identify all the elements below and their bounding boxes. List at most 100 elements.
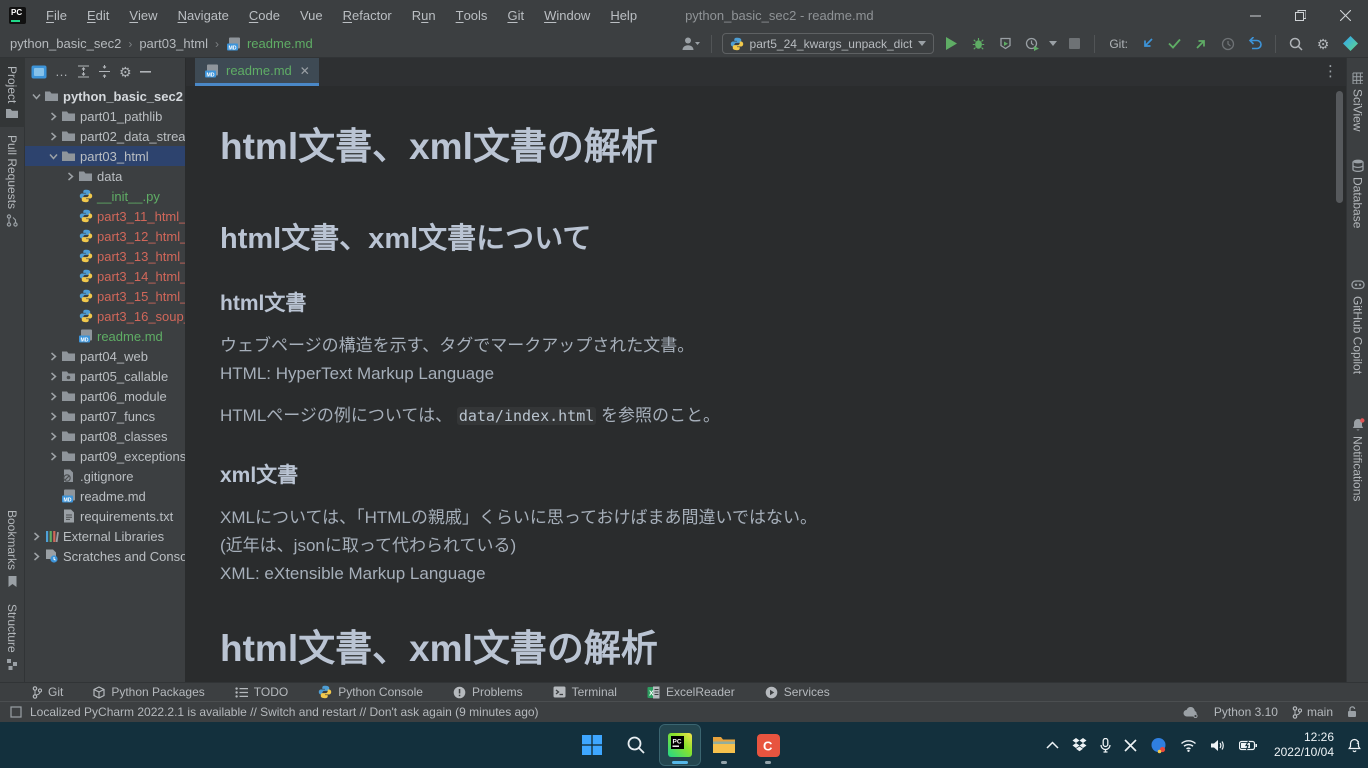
lock-icon[interactable] — [1347, 706, 1358, 718]
coverage-button[interactable] — [995, 33, 1015, 55]
git-commit-icon[interactable] — [1164, 33, 1184, 55]
tree-item-part03-html[interactable]: part03_html — [25, 146, 185, 166]
menu-navigate[interactable]: Navigate — [168, 0, 239, 30]
tool-stripe-database[interactable]: Database — [1347, 151, 1368, 236]
menu-help[interactable]: Help — [600, 0, 647, 30]
tool-stripe-project[interactable]: Project — [0, 58, 25, 127]
tool-stripe-github-copilot[interactable]: GitHub Copilot — [1347, 271, 1368, 382]
tray-wifi-icon[interactable] — [1180, 739, 1197, 752]
tree-item-part3-12-html-ta[interactable]: part3_12_html_ta — [25, 226, 185, 246]
tree-item-data[interactable]: data — [25, 166, 185, 186]
taskbar-camtasia-icon[interactable]: C — [748, 725, 788, 765]
tree-item-readme-md[interactable]: MDreadme.md — [25, 326, 185, 346]
editor-options-icon[interactable]: ⋮ — [1323, 62, 1339, 80]
menu-view[interactable]: View — [119, 0, 167, 30]
tree-item--gitignore[interactable]: .gitignore — [25, 466, 185, 486]
editor-scrollbar[interactable] — [1336, 91, 1343, 203]
tree-chevron-right-icon[interactable] — [46, 452, 60, 461]
tool-window-button-python-packages[interactable]: Python Packages — [93, 685, 204, 699]
taskbar-pycharm-icon[interactable]: PC — [660, 725, 700, 765]
tree-item-part07-funcs[interactable]: part07_funcs — [25, 406, 185, 426]
debug-button[interactable] — [968, 33, 988, 55]
tree-item-external-libraries[interactable]: External Libraries — [25, 526, 185, 546]
tray-dropbox-icon[interactable] — [1072, 738, 1087, 752]
tray-browser-ball-icon[interactable] — [1150, 737, 1167, 754]
run-configuration-select[interactable]: part5_24_kwargs_unpack_dict — [722, 33, 935, 54]
rollback-icon[interactable] — [1245, 33, 1265, 55]
notification-bell-icon[interactable]: z — [1347, 738, 1362, 753]
tool-stripe-bookmarks[interactable]: Bookmarks — [0, 502, 25, 596]
menu-tools[interactable]: Tools — [446, 0, 498, 30]
tab-readme[interactable]: MD readme.md ✕ — [195, 58, 319, 86]
tree-item-readme-md[interactable]: MDreadme.md — [25, 486, 185, 506]
tab-close-icon[interactable]: ✕ — [300, 64, 310, 78]
restore-icon[interactable] — [1278, 0, 1323, 30]
tree-item-scratches-and-consoles[interactable]: Scratches and Consoles — [25, 546, 185, 566]
tree-item-part3-13-html-id[interactable]: part3_13_html_id — [25, 246, 185, 266]
more-options-icon[interactable]: … — [55, 64, 69, 79]
menu-code[interactable]: Code — [239, 0, 290, 30]
breadcrumb-item[interactable]: python_basic_sec2 — [10, 36, 121, 51]
cloud-sync-icon[interactable] — [1183, 706, 1200, 718]
menu-file[interactable]: File — [36, 0, 77, 30]
tray-microphone-icon[interactable] — [1100, 738, 1111, 753]
tree-item-part02-data-stream[interactable]: part02_data_stream — [25, 126, 185, 146]
tool-window-button-python-console[interactable]: Python Console — [318, 685, 423, 699]
user-account-icon[interactable] — [681, 33, 701, 55]
code-with-me-icon[interactable] — [1340, 33, 1360, 55]
tree-item-part08-classes[interactable]: part08_classes — [25, 426, 185, 446]
tree-chevron-down-icon[interactable] — [46, 152, 60, 161]
taskbar-clock[interactable]: 12:26 2022/10/04 — [1274, 730, 1334, 760]
tree-chevron-right-icon[interactable] — [46, 432, 60, 441]
tree-chevron-right-icon[interactable] — [46, 412, 60, 421]
tree-chevron-down-icon[interactable] — [29, 92, 43, 101]
tool-window-button-terminal[interactable]: Terminal — [553, 685, 617, 699]
menu-window[interactable]: Window — [534, 0, 600, 30]
collapse-all-icon[interactable] — [98, 65, 111, 78]
git-update-icon[interactable] — [1137, 33, 1157, 55]
tree-item-part3-16-soup-r[interactable]: part3_16_soup_r — [25, 306, 185, 326]
taskbar-start-icon[interactable] — [572, 725, 612, 765]
tray-battery-icon[interactable] — [1239, 740, 1257, 751]
tree-chevron-right-icon[interactable] — [46, 392, 60, 401]
close-icon[interactable] — [1323, 0, 1368, 30]
tool-window-button-git[interactable]: Git — [32, 685, 63, 699]
tree-chevron-right-icon[interactable] — [46, 372, 60, 381]
expand-all-icon[interactable] — [77, 65, 90, 78]
menu-vue[interactable]: Vue — [290, 0, 333, 30]
tool-window-button-problems[interactable]: Problems — [453, 685, 523, 699]
tree-item-part01-pathlib[interactable]: part01_pathlib — [25, 106, 185, 126]
tree-item-part3-11-html-b[interactable]: part3_11_html_b — [25, 206, 185, 226]
run-button[interactable] — [941, 33, 961, 55]
tool-window-button-todo[interactable]: TODO — [235, 685, 288, 699]
settings-gear-icon[interactable]: ⚙ — [1313, 33, 1333, 55]
search-everywhere-icon[interactable] — [1286, 33, 1306, 55]
tree-chevron-right-icon[interactable] — [46, 132, 60, 141]
tool-stripe-notifications[interactable]: Notifications — [1347, 410, 1368, 509]
tray-chevron-up-icon[interactable] — [1046, 741, 1059, 749]
tray-close-x-icon[interactable] — [1124, 739, 1137, 752]
tool-stripe-structure[interactable]: Structure — [0, 596, 25, 678]
git-branch-widget[interactable]: main — [1292, 705, 1333, 719]
tree-item-part06-module[interactable]: part06_module — [25, 386, 185, 406]
stop-button[interactable] — [1064, 33, 1084, 55]
tree-item-python-basic-sec2[interactable]: python_basic_sec2D:¥ — [25, 86, 185, 106]
tree-item--init-py[interactable]: __init__.py — [25, 186, 185, 206]
tree-chevron-right-icon[interactable] — [46, 112, 60, 121]
tool-stripe-sciview[interactable]: SciView — [1347, 64, 1368, 139]
tool-window-button-excelreader[interactable]: XExcelReader — [647, 685, 735, 699]
python-interpreter[interactable]: Python 3.10 — [1214, 705, 1278, 719]
tree-item-part05-callable[interactable]: part05_callable — [25, 366, 185, 386]
tree-item-part3-14-html-c[interactable]: part3_14_html_c — [25, 266, 185, 286]
tree-item-part09-exceptions[interactable]: part09_exceptions — [25, 446, 185, 466]
tree-item-part04-web[interactable]: part04_web — [25, 346, 185, 366]
menu-run[interactable]: Run — [402, 0, 446, 30]
tree-chevron-right-icon[interactable] — [46, 352, 60, 361]
tool-window-button-services[interactable]: Services — [765, 685, 830, 699]
panel-settings-gear-icon[interactable]: ⚙ — [119, 65, 132, 79]
hide-panel-icon[interactable] — [140, 71, 151, 73]
taskbar-search-icon[interactable] — [616, 725, 656, 765]
project-view-select[interactable] — [31, 65, 47, 79]
history-icon[interactable] — [1218, 33, 1238, 55]
tree-chevron-right-icon[interactable] — [29, 532, 43, 541]
